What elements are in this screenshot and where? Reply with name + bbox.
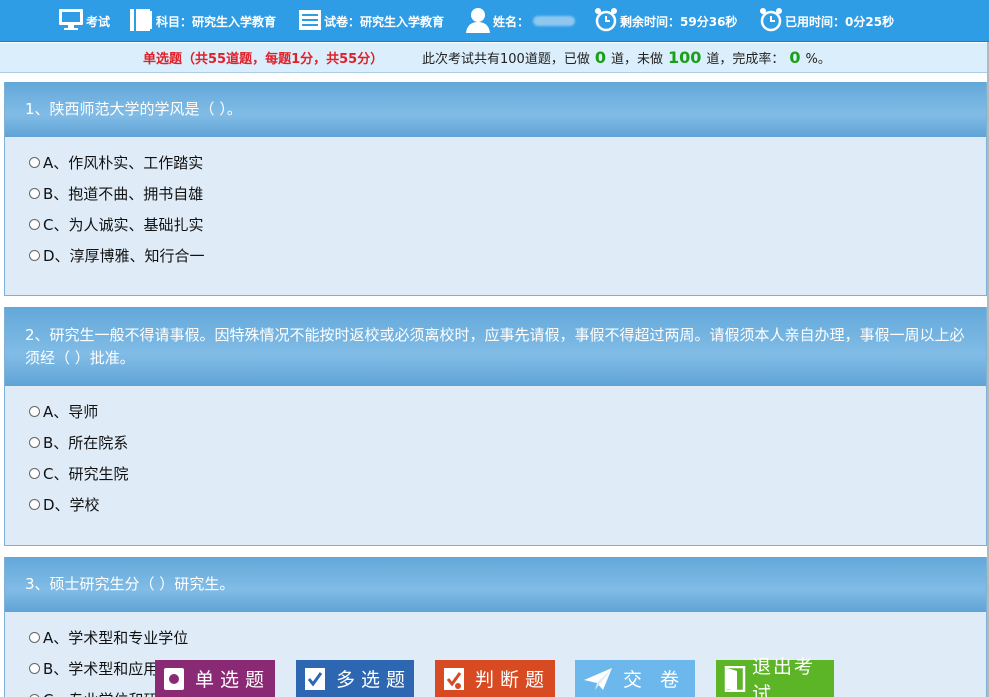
submit-exam-button[interactable]: 交 卷 xyxy=(575,660,695,697)
alarm-clock-icon xyxy=(594,7,618,36)
multiple-choice-button[interactable]: 多选题 xyxy=(296,660,414,697)
question-title: 1、陕西师范大学的学风是（ ）。 xyxy=(5,82,986,137)
option-label: A、作风朴实、工作踏实 xyxy=(43,154,204,172)
radio-button[interactable] xyxy=(29,632,40,643)
single-choice-button[interactable]: 单选题 xyxy=(155,660,275,697)
exam-header-bar: 考试 科目： 研究生入学教育 试卷： 研究生入学教育 姓名： 剩余时间： 59分… xyxy=(0,0,989,42)
option-label: A、学术型和专业学位 xyxy=(43,629,189,647)
radio-button[interactable] xyxy=(29,437,40,448)
section-title: 单选题（共55道题，每题1分，共55分） xyxy=(143,52,384,67)
submit-exam-label: 交 卷 xyxy=(623,669,686,691)
progress-text-2: 道，未做 xyxy=(610,52,663,67)
checkbox-icon xyxy=(163,666,185,692)
progress-text-1: 此次考试共有100道题，已做 xyxy=(422,52,590,67)
option-label: B、学术型和应用型 xyxy=(43,660,174,678)
redacted-name xyxy=(533,16,576,26)
name-group: 姓名： xyxy=(465,0,576,42)
option-a[interactable]: A、导师 xyxy=(29,396,986,427)
exam-label-group: 考试 xyxy=(58,0,110,42)
alarm-clock-icon xyxy=(759,7,783,36)
radio-button[interactable] xyxy=(29,250,40,261)
option-b[interactable]: B、所在院系 xyxy=(29,427,986,458)
option-d[interactable]: D、学校 xyxy=(29,489,986,520)
single-choice-label: 单选题 xyxy=(195,669,271,691)
exam-label: 考试 xyxy=(86,14,111,29)
paper-group: 试卷： 研究生入学教育 xyxy=(298,0,444,42)
radio-button[interactable] xyxy=(29,188,40,199)
multiple-choice-label: 多选题 xyxy=(336,669,412,691)
option-a[interactable]: A、学术型和专业学位 xyxy=(29,622,986,653)
completion-rate: 0 xyxy=(789,48,801,67)
question-block: 2、研究生一般不得请事假。因特殊情况不能按时返校或必须离校时，应事先请假，事假不… xyxy=(4,307,987,546)
judge-icon xyxy=(443,666,465,692)
progress-summary: 此次考试共有100道题，已做 0 道，未做 100 道，完成率： 0 %。 xyxy=(422,48,831,67)
option-b[interactable]: B、抱道不曲、拥书自雄 xyxy=(29,178,986,209)
question-title: 3、硕士研究生分（ ）研究生。 xyxy=(5,557,986,612)
true-false-button[interactable]: 判断题 xyxy=(435,660,555,697)
option-label: C、为人诚实、基础扎实 xyxy=(43,216,204,234)
option-label: B、抱道不曲、拥书自雄 xyxy=(43,185,204,203)
remaining-label: 剩余时间： xyxy=(620,14,681,29)
exit-door-icon xyxy=(724,665,746,692)
done-count: 0 xyxy=(594,48,606,67)
option-c[interactable]: C、为人诚实、基础扎实 xyxy=(29,209,986,240)
used-label: 已用时间： xyxy=(785,14,846,29)
remaining-time-group: 剩余时间： 59分36秒 xyxy=(594,0,737,42)
used-time-group: 已用时间： 0分25秒 xyxy=(759,0,894,42)
radio-button[interactable] xyxy=(29,406,40,417)
question-title: 2、研究生一般不得请事假。因特殊情况不能按时返校或必须离校时，应事先请假，事假不… xyxy=(5,307,986,386)
subject-group: 科目： 研究生入学教育 xyxy=(128,0,276,42)
remaining-value: 59分36秒 xyxy=(680,14,738,29)
undone-count: 100 xyxy=(667,48,702,67)
exit-exam-label: 退出考试 xyxy=(752,655,816,697)
name-label: 姓名： xyxy=(493,14,530,29)
exit-exam-button[interactable]: 退出考试 xyxy=(716,656,834,697)
question-block: 1、陕西师范大学的学风是（ ）。 A、作风朴实、工作踏实 B、抱道不曲、拥书自雄… xyxy=(4,82,987,296)
radio-button[interactable] xyxy=(29,468,40,479)
paper-icon xyxy=(298,8,322,35)
radio-button[interactable] xyxy=(29,157,40,168)
true-false-label: 判断题 xyxy=(475,669,551,691)
option-label: A、导师 xyxy=(43,403,99,421)
used-value: 0分25秒 xyxy=(845,14,895,29)
radio-button[interactable] xyxy=(29,663,40,674)
radio-button[interactable] xyxy=(29,219,40,230)
checkmark-icon xyxy=(304,666,326,692)
paper-plane-icon xyxy=(583,666,613,692)
paper-value: 研究生入学教育 xyxy=(360,14,445,29)
subject-value: 研究生入学教育 xyxy=(192,14,277,29)
option-list: A、作风朴实、工作踏实 B、抱道不曲、拥书自雄 C、为人诚实、基础扎实 D、淳厚… xyxy=(5,137,986,271)
option-a[interactable]: A、作风朴实、工作踏实 xyxy=(29,147,986,178)
option-label: C、研究生院 xyxy=(43,465,129,483)
option-c[interactable]: C、研究生院 xyxy=(29,458,986,489)
paper-label: 试卷： xyxy=(324,14,361,29)
user-icon xyxy=(465,6,491,37)
option-d[interactable]: D、淳厚博雅、知行合一 xyxy=(29,240,986,271)
option-label: B、所在院系 xyxy=(43,434,129,452)
option-list: A、导师 B、所在院系 C、研究生院 D、学校 xyxy=(5,386,986,520)
radio-button[interactable] xyxy=(29,499,40,510)
subject-label: 科目： xyxy=(156,14,193,29)
option-label: D、淳厚博雅、知行合一 xyxy=(43,247,205,265)
progress-info-bar: 单选题（共55道题，每题1分，共55分） 此次考试共有100道题，已做 0 道，未做… xyxy=(0,43,989,73)
option-label: D、学校 xyxy=(43,496,100,514)
computer-icon xyxy=(58,8,84,35)
progress-text-4: %。 xyxy=(805,52,831,67)
progress-text-3: 道，完成率： xyxy=(706,52,785,67)
book-icon xyxy=(128,7,154,36)
